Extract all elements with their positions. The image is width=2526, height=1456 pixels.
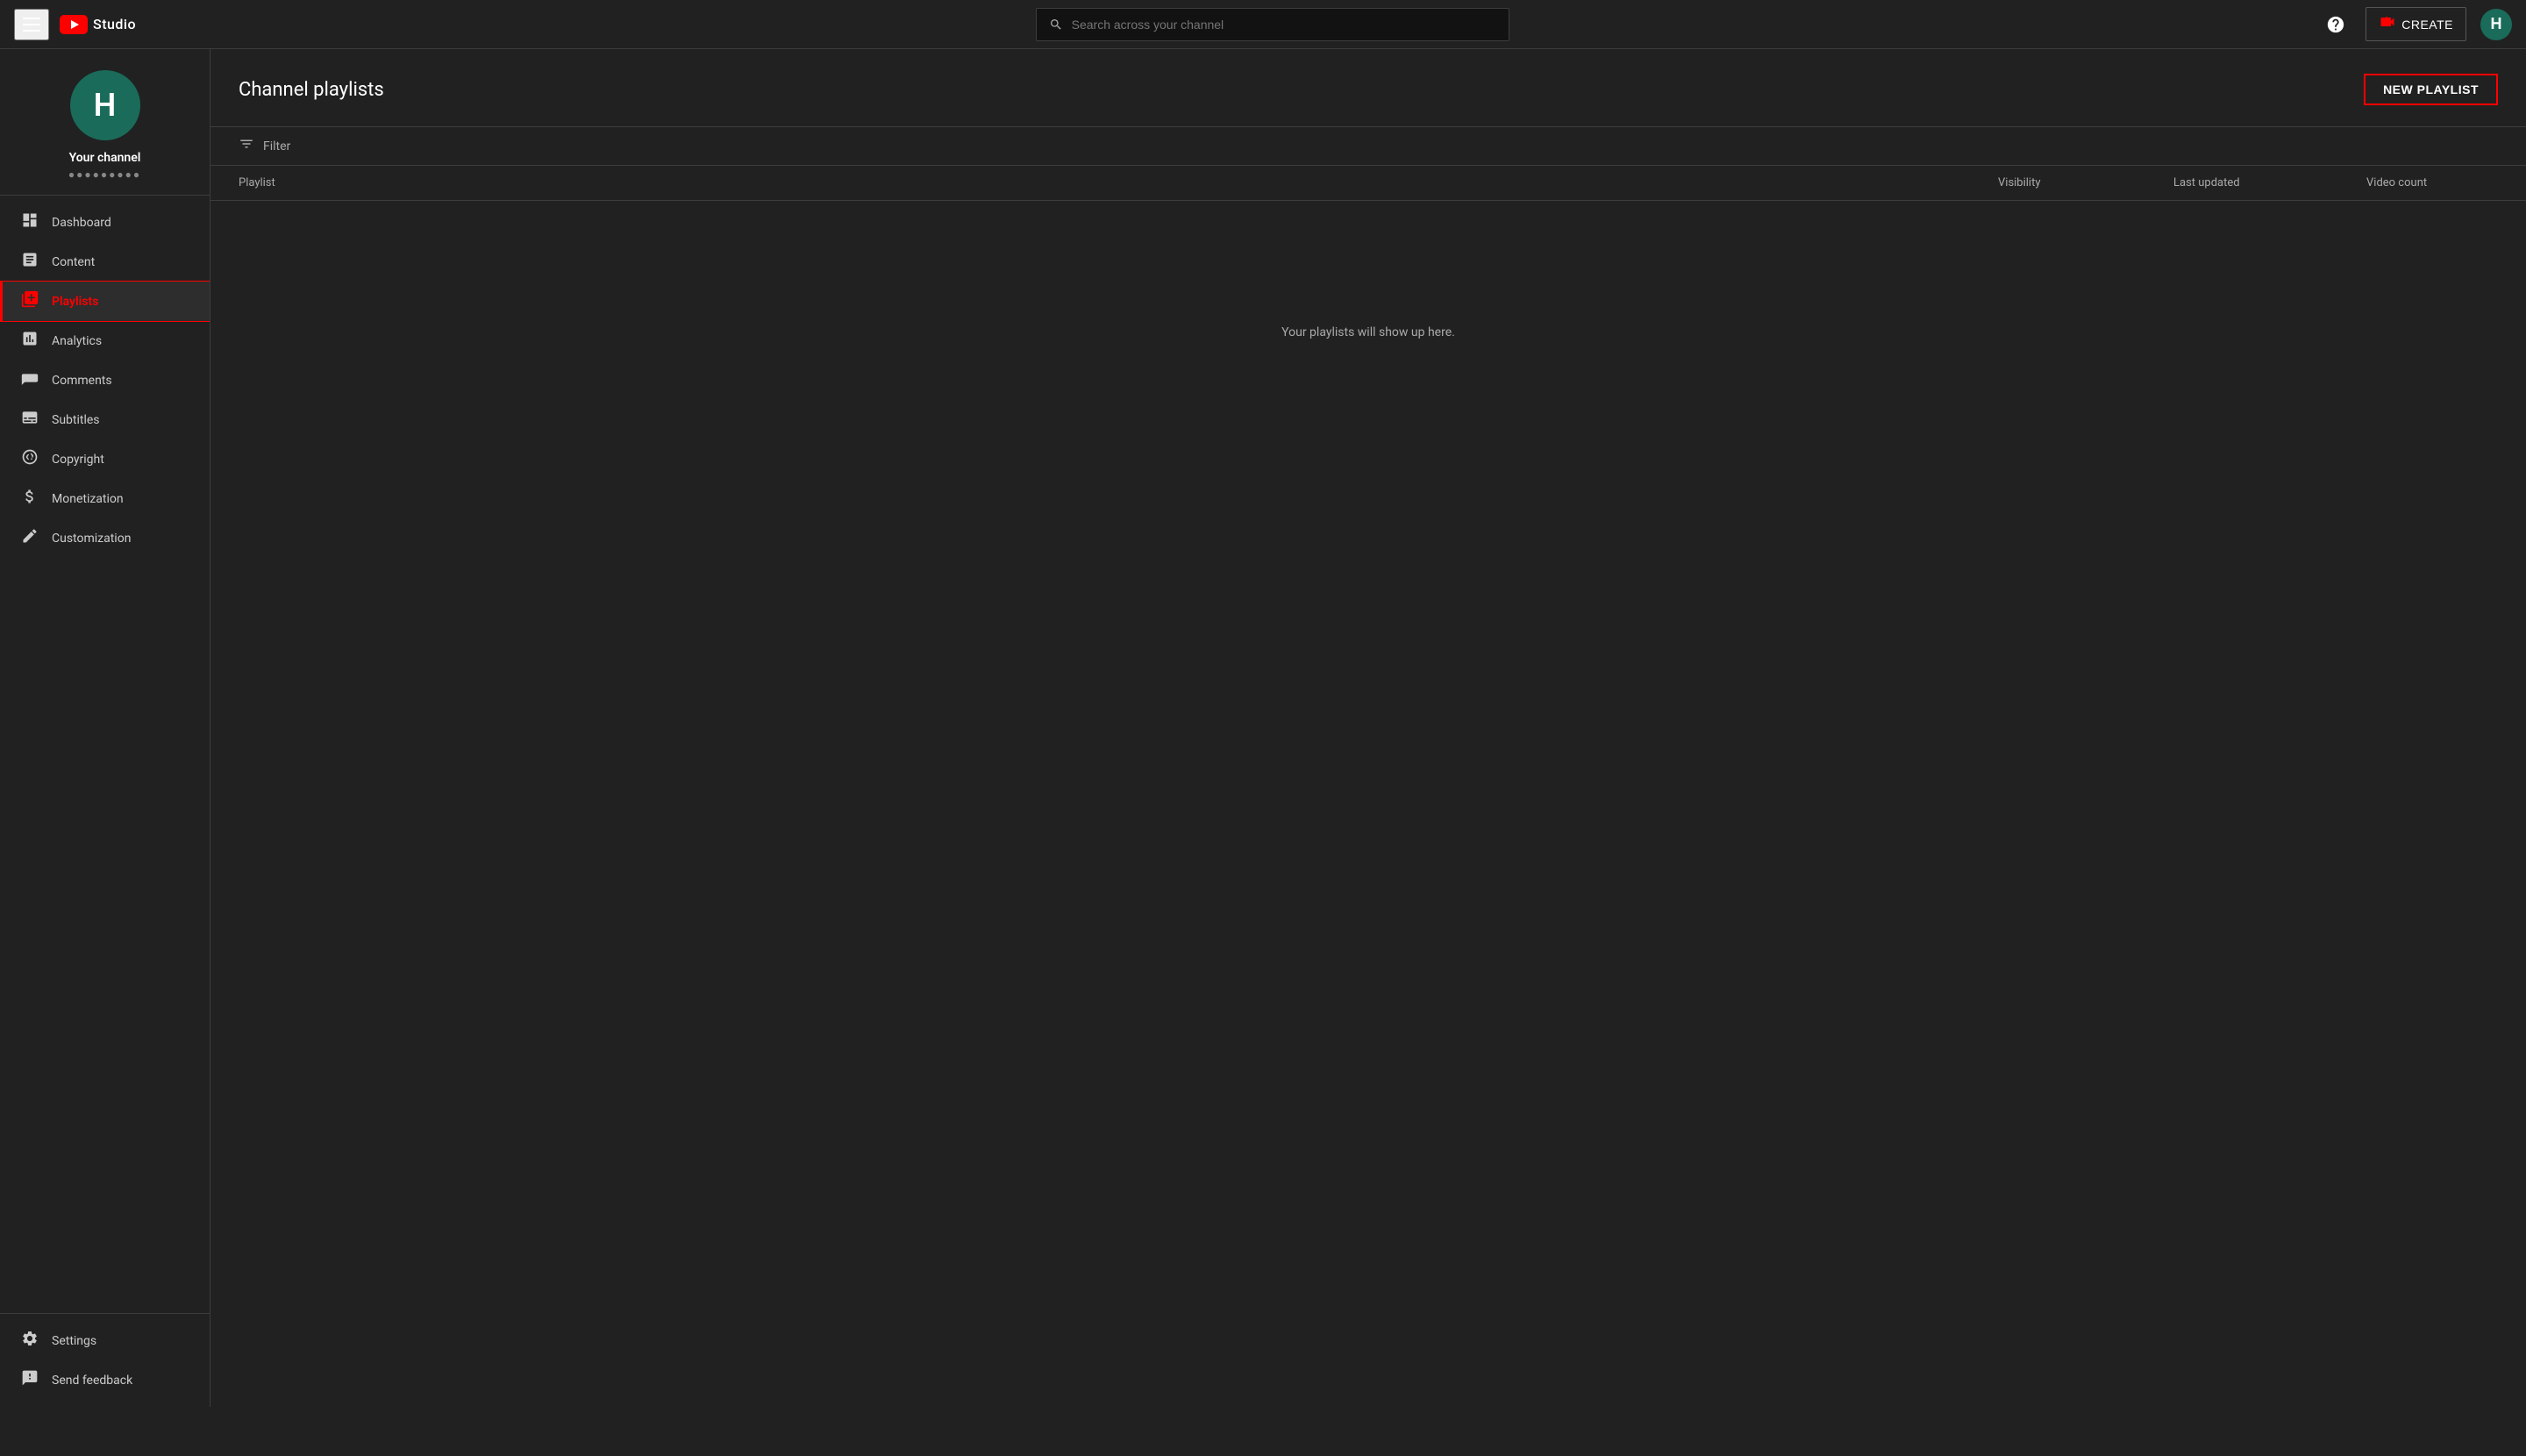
filter-bar: Filter (210, 126, 2526, 166)
sidebar: H Your channel ●●●●●●●●● Dashboard Conte… (0, 49, 210, 1407)
nav-section: Dashboard Content Playlists (0, 196, 210, 1313)
dashboard-icon (20, 211, 39, 233)
filter-label[interactable]: Filter (263, 139, 290, 153)
sidebar-item-monetization[interactable]: Monetization (0, 479, 210, 518)
help-icon (2326, 15, 2345, 34)
table-header: Playlist Visibility Last updated Video c… (210, 166, 2526, 201)
copyright-icon (20, 448, 39, 470)
channel-avatar-letter: H (94, 87, 117, 124)
sidebar-item-label-subtitles: Subtitles (52, 413, 100, 427)
sidebar-item-label-analytics: Analytics (52, 334, 102, 348)
feedback-icon (20, 1369, 39, 1391)
column-video-count: Video count (2366, 176, 2498, 189)
sidebar-item-customization[interactable]: Customization (0, 518, 210, 558)
topbar-left: Studio (14, 9, 225, 40)
sidebar-item-label-customization: Customization (52, 532, 131, 546)
sidebar-item-playlists[interactable]: Playlists (0, 282, 210, 321)
topbar-center (225, 8, 2320, 41)
sidebar-item-copyright[interactable]: Copyright (0, 439, 210, 479)
sidebar-item-label-dashboard: Dashboard (52, 216, 111, 230)
create-label: CREATE (2401, 18, 2453, 32)
playlists-icon (20, 290, 39, 312)
sidebar-item-label-send-feedback: Send feedback (52, 1374, 132, 1388)
sidebar-item-send-feedback[interactable]: Send feedback (0, 1360, 210, 1400)
monetization-icon (20, 488, 39, 510)
sidebar-item-subtitles[interactable]: Subtitles (0, 400, 210, 439)
create-plus-icon (2379, 13, 2396, 31)
avatar-letter: H (2491, 15, 2502, 33)
sidebar-item-label-comments: Comments (52, 374, 112, 388)
channel-profile: H Your channel ●●●●●●●●● (0, 49, 210, 196)
sidebar-item-label-content: Content (52, 255, 95, 269)
sidebar-bottom: Settings Send feedback (0, 1313, 210, 1407)
customization-icon (20, 527, 39, 549)
studio-label: Studio (93, 16, 136, 32)
create-icon (2379, 13, 2396, 35)
column-last-updated: Last updated (2173, 176, 2366, 189)
column-playlist: Playlist (239, 176, 1998, 189)
sidebar-item-analytics[interactable]: Analytics (0, 321, 210, 360)
menu-button[interactable] (14, 9, 49, 40)
analytics-icon (20, 330, 39, 352)
column-visibility: Visibility (1998, 176, 2173, 189)
new-playlist-button[interactable]: NEW PLAYLIST (2364, 74, 2498, 105)
sidebar-item-label-playlists: Playlists (52, 295, 98, 309)
avatar-button[interactable]: H (2480, 9, 2512, 40)
sidebar-item-comments[interactable]: Comments (0, 360, 210, 400)
create-button[interactable]: CREATE (2365, 7, 2466, 41)
sidebar-item-label-monetization: Monetization (52, 492, 124, 506)
settings-icon (20, 1330, 39, 1352)
search-input[interactable] (1072, 18, 1496, 32)
sidebar-item-dashboard[interactable]: Dashboard (0, 203, 210, 242)
search-bar (1036, 8, 1509, 41)
content-header: Channel playlists NEW PLAYLIST (210, 49, 2526, 126)
help-button[interactable] (2320, 9, 2351, 40)
channel-avatar: H (70, 70, 140, 140)
layout: H Your channel ●●●●●●●●● Dashboard Conte… (0, 49, 2526, 1407)
sidebar-item-label-settings: Settings (52, 1334, 96, 1348)
content-icon (20, 251, 39, 273)
sidebar-item-content[interactable]: Content (0, 242, 210, 282)
youtube-icon (60, 15, 88, 34)
subtitles-icon (20, 409, 39, 431)
empty-message: Your playlists will show up here. (1281, 325, 1455, 339)
page-title: Channel playlists (239, 79, 384, 101)
topbar: Studio CREATE H (0, 0, 2526, 49)
logo[interactable]: Studio (60, 15, 136, 34)
channel-name: Your channel (69, 151, 141, 165)
topbar-right: CREATE H (2320, 7, 2512, 41)
main-content: Channel playlists NEW PLAYLIST Filter Pl… (210, 49, 2526, 1407)
empty-state: Your playlists will show up here. (210, 201, 2526, 464)
comments-icon (20, 369, 39, 391)
sidebar-item-settings[interactable]: Settings (0, 1321, 210, 1360)
search-icon (1049, 18, 1063, 32)
sidebar-item-label-copyright: Copyright (52, 453, 104, 467)
channel-handle: ●●●●●●●●● (68, 168, 141, 181)
filter-icon (239, 136, 254, 156)
